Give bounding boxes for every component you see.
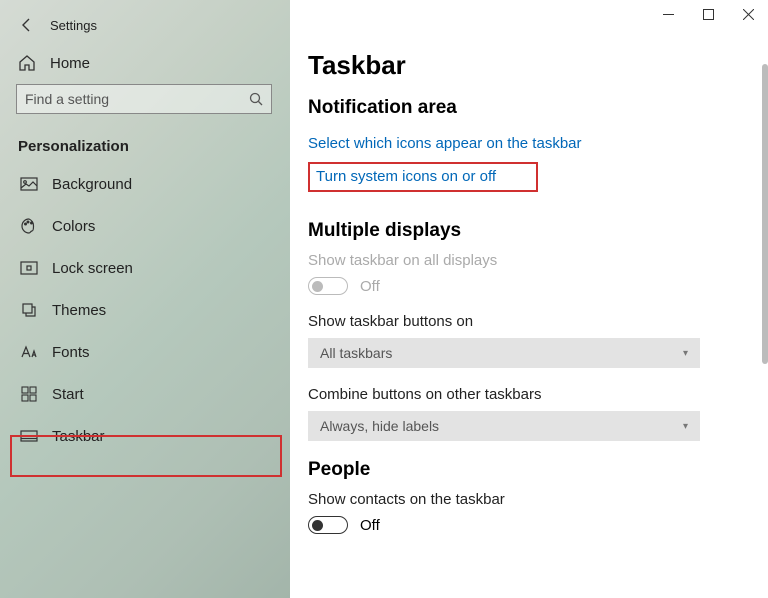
sidebar-nav: Background Colors Lock screen Themes	[0, 163, 290, 457]
link-system-icons[interactable]: Turn system icons on or off	[316, 168, 496, 185]
sidebar-item-label: Lock screen	[52, 260, 133, 277]
maximize-button[interactable]	[688, 0, 728, 28]
taskbar-icon	[20, 427, 38, 445]
sidebar-item-label: Colors	[52, 218, 95, 235]
sidebar-item-lockscreen[interactable]: Lock screen	[0, 247, 290, 289]
toggle-show-contacts[interactable]	[308, 516, 348, 534]
label-taskbar-buttons-on: Show taskbar buttons on	[308, 313, 762, 330]
search-input[interactable]	[25, 91, 249, 107]
dropdown-value: Always, hide labels	[320, 418, 439, 434]
content-pane: Taskbar Notification area Select which i…	[290, 0, 768, 598]
sidebar-item-taskbar[interactable]: Taskbar	[0, 415, 290, 457]
minimize-icon	[663, 9, 674, 20]
sidebar-item-home[interactable]: Home	[0, 42, 290, 84]
dropdown-taskbar-buttons-on[interactable]: All taskbars ▾	[308, 338, 700, 368]
window-controls	[648, 0, 768, 28]
toggle-state-contacts: Off	[360, 517, 380, 534]
home-icon	[18, 54, 36, 72]
picture-icon	[20, 175, 38, 193]
sidebar-item-start[interactable]: Start	[0, 373, 290, 415]
sidebar-item-colors[interactable]: Colors	[0, 205, 290, 247]
label-combine-buttons: Combine buttons on other taskbars	[308, 386, 762, 403]
page-title: Taskbar	[308, 50, 762, 81]
sidebar-item-label: Fonts	[52, 344, 90, 361]
section-notification-area: Notification area	[308, 97, 762, 119]
toggle-state-show-all: Off	[360, 278, 380, 295]
link-system-icons-highlight: Turn system icons on or off	[308, 162, 538, 192]
fonts-icon	[20, 343, 38, 361]
close-icon	[743, 9, 754, 20]
sidebar-section-title: Personalization	[0, 124, 290, 163]
search-icon	[249, 92, 263, 106]
sidebar-item-fonts[interactable]: Fonts	[0, 331, 290, 373]
section-people: People	[308, 459, 762, 481]
app-title: Settings	[50, 18, 97, 33]
sidebar-item-themes[interactable]: Themes	[0, 289, 290, 331]
chevron-down-icon: ▾	[683, 348, 688, 359]
dropdown-value: All taskbars	[320, 345, 392, 361]
dropdown-combine-buttons[interactable]: Always, hide labels ▾	[308, 411, 700, 441]
section-multiple-displays: Multiple displays	[308, 220, 762, 242]
search-box[interactable]	[16, 84, 272, 114]
maximize-icon	[703, 9, 714, 20]
sidebar-item-label: Taskbar	[52, 428, 105, 445]
link-select-icons[interactable]: Select which icons appear on the taskbar	[308, 129, 582, 158]
lock-screen-icon	[20, 259, 38, 277]
minimize-button[interactable]	[648, 0, 688, 28]
arrow-left-icon	[19, 17, 35, 33]
themes-icon	[20, 301, 38, 319]
home-label: Home	[50, 55, 90, 72]
chevron-down-icon: ▾	[683, 421, 688, 432]
start-icon	[20, 385, 38, 403]
close-button[interactable]	[728, 0, 768, 28]
sidebar: Settings Home Personalization Backgro	[0, 0, 290, 598]
scrollbar-thumb[interactable]	[762, 64, 768, 364]
back-button[interactable]	[18, 16, 36, 34]
label-show-all-displays: Show taskbar on all displays	[308, 252, 762, 269]
sidebar-item-label: Start	[52, 386, 84, 403]
label-show-contacts: Show contacts on the taskbar	[308, 491, 762, 508]
sidebar-item-background[interactable]: Background	[0, 163, 290, 205]
palette-icon	[20, 217, 38, 235]
sidebar-item-label: Background	[52, 176, 132, 193]
toggle-show-all-displays	[308, 277, 348, 295]
sidebar-item-label: Themes	[52, 302, 106, 319]
